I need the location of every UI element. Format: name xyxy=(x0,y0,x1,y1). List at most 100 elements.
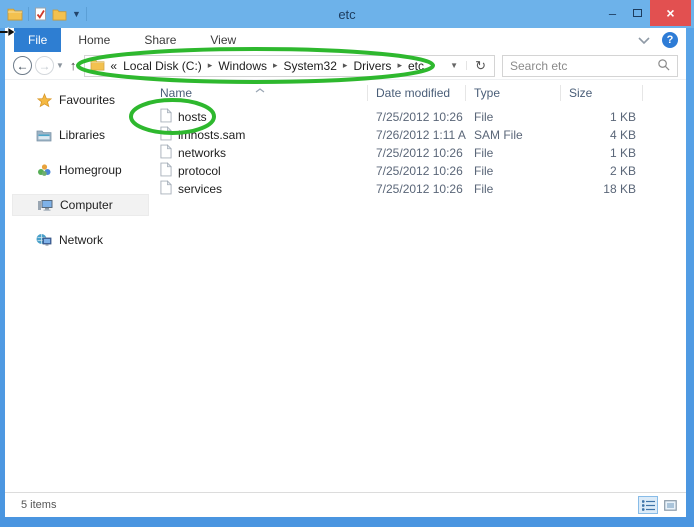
column-header-size[interactable]: Size xyxy=(561,85,643,101)
file-type: File xyxy=(466,146,561,160)
sidebar-item-favourites[interactable]: Favourites xyxy=(12,89,149,111)
maximize-button[interactable] xyxy=(625,0,650,26)
navigation-pane: Favourites Libraries Homegroup Computer Netw… xyxy=(5,80,152,492)
properties-check-icon[interactable] xyxy=(34,7,47,21)
file-size: 18 KB xyxy=(561,182,643,196)
file-date-modified: 7/25/2012 10:26 PM xyxy=(368,164,466,178)
sidebar-item-label: Computer xyxy=(60,198,113,212)
address-toolbar: ← ← ▼ ↑ « Local Disk (C:) ▸ Windows ▸ System3… xyxy=(5,52,686,80)
libraries-icon xyxy=(36,129,52,142)
file-icon xyxy=(160,180,172,198)
explorer-folder-icon xyxy=(7,7,23,21)
file-date-modified: 7/26/2012 1:11 AM xyxy=(368,128,466,142)
file-row-networks[interactable]: networks 7/25/2012 10:26 PMFile1 KB xyxy=(152,144,686,162)
file-rows: hosts7/25/2012 10:26 PMFile1 KBlmhosts.s… xyxy=(152,108,686,198)
address-dropdown-icon[interactable]: ▼ xyxy=(442,61,467,70)
titlebar: ▼ etc – × xyxy=(0,0,694,28)
crumb-drivers[interactable]: Drivers xyxy=(353,59,391,73)
search-icon[interactable] xyxy=(657,58,670,74)
collapsed-crumbs-icon[interactable]: « xyxy=(110,59,117,73)
search-box[interactable] xyxy=(502,55,678,77)
minimize-button[interactable]: – xyxy=(600,0,625,26)
file-size: 1 KB xyxy=(561,110,643,124)
file-date-modified: 7/25/2012 10:26 PM xyxy=(368,146,466,160)
file-size: 2 KB xyxy=(561,164,643,178)
crumb-etc[interactable]: etc xyxy=(408,59,424,73)
sidebar-item-label: Favourites xyxy=(59,93,115,107)
column-header-filler xyxy=(643,85,686,101)
tab-view[interactable]: View xyxy=(193,28,253,52)
file-row-services[interactable]: services 7/25/2012 10:26 PMFile18 KB xyxy=(152,180,686,198)
file-list-pane: NameDate modifiedTypeSize hosts 7/25/2012… xyxy=(152,80,686,492)
computer-icon xyxy=(37,198,53,212)
crumb-separator-icon[interactable]: ▸ xyxy=(208,60,213,71)
ribbon-collapse-chevron-icon[interactable] xyxy=(638,33,650,47)
file-name: services xyxy=(178,182,222,196)
details-view-button[interactable] xyxy=(638,496,658,514)
window-title: etc xyxy=(0,7,694,22)
tab-file[interactable]: File xyxy=(14,28,61,52)
crumb-separator-icon[interactable]: ▸ xyxy=(273,60,278,71)
folder-icon xyxy=(90,58,105,74)
separator xyxy=(86,7,87,21)
close-button[interactable]: × xyxy=(650,0,691,26)
column-header-type[interactable]: Type xyxy=(466,85,561,101)
help-icon[interactable]: ? xyxy=(662,32,678,48)
file-row-protocol[interactable]: protocol 7/25/2012 10:26 PMFile2 KB xyxy=(152,162,686,180)
homegroup-icon xyxy=(36,163,52,177)
refresh-icon[interactable]: ↻ xyxy=(467,58,494,74)
column-headers: NameDate modifiedTypeSize xyxy=(152,83,686,103)
item-count: 5 items xyxy=(21,499,56,511)
file-size: 1 KB xyxy=(561,146,643,160)
file-name: hosts xyxy=(178,110,207,124)
sidebar-item-label: Network xyxy=(59,233,103,247)
forward-button[interactable]: ← xyxy=(35,56,54,75)
status-bar: 5 items xyxy=(5,492,686,517)
crumb-system32[interactable]: System32 xyxy=(284,59,337,73)
file-icon xyxy=(160,162,172,180)
sidebar-item-label: Homegroup xyxy=(59,163,122,177)
file-icon xyxy=(160,126,172,144)
file-type: SAM File xyxy=(466,128,561,142)
file-name: lmhosts.sam xyxy=(178,128,245,142)
explorer-window: ▼ etc – × FileHomeShareView ? ← ← ▼ ↑ xyxy=(0,0,694,527)
file-name: protocol xyxy=(178,164,221,178)
network-icon xyxy=(36,233,52,247)
column-header-date-modified[interactable]: Date modified xyxy=(368,85,466,101)
up-button[interactable]: ↑ xyxy=(70,58,77,73)
file-row-lmhosts-sam[interactable]: lmhosts.sam7/26/2012 1:11 AMSAM File4 KB xyxy=(152,126,686,144)
crumb-local-disk-c-[interactable]: Local Disk (C:) xyxy=(123,59,202,73)
tab-share[interactable]: Share xyxy=(127,28,193,52)
file-type: File xyxy=(466,110,561,124)
recent-locations-dropdown-icon[interactable]: ▼ xyxy=(56,61,64,70)
breadcrumb[interactable]: « Local Disk (C:) ▸ Windows ▸ System32 ▸ Driver… xyxy=(105,59,442,73)
large-icons-view-button[interactable] xyxy=(660,496,680,514)
separator xyxy=(28,7,29,21)
crumb-separator-icon[interactable]: ▸ xyxy=(397,60,402,71)
address-bar[interactable]: « Local Disk (C:) ▸ Windows ▸ System32 ▸ Driver… xyxy=(84,55,495,77)
file-type: File xyxy=(466,182,561,196)
file-type: File xyxy=(466,164,561,178)
search-input[interactable] xyxy=(510,59,657,73)
crumb-separator-icon[interactable]: ▸ xyxy=(343,60,348,71)
sidebar-item-homegroup[interactable]: Homegroup xyxy=(12,159,149,181)
sidebar-item-libraries[interactable]: Libraries xyxy=(12,124,149,146)
back-button[interactable]: ← xyxy=(13,56,32,75)
file-date-modified: 7/25/2012 10:26 PM xyxy=(368,110,466,124)
file-row-hosts[interactable]: hosts 7/25/2012 10:26 PMFile1 KB xyxy=(152,108,686,126)
file-icon xyxy=(160,144,172,162)
qat-customize-icon[interactable]: ▼ xyxy=(72,10,81,19)
quick-access-toolbar: ▼ xyxy=(0,0,87,28)
sidebar-item-computer[interactable]: Computer xyxy=(12,194,149,216)
file-icon xyxy=(160,108,172,126)
crumb-windows[interactable]: Windows xyxy=(218,59,267,73)
ribbon-tabs: FileHomeShareView ? xyxy=(5,28,686,52)
folder-icon[interactable] xyxy=(52,8,67,21)
column-header-name[interactable]: Name xyxy=(152,85,368,101)
sidebar-item-network[interactable]: Network xyxy=(12,229,149,251)
sort-ascending-icon xyxy=(255,81,265,97)
star-icon xyxy=(36,93,52,108)
file-name: networks xyxy=(178,146,226,160)
file-date-modified: 7/25/2012 10:26 PM xyxy=(368,182,466,196)
tab-home[interactable]: Home xyxy=(61,28,127,52)
